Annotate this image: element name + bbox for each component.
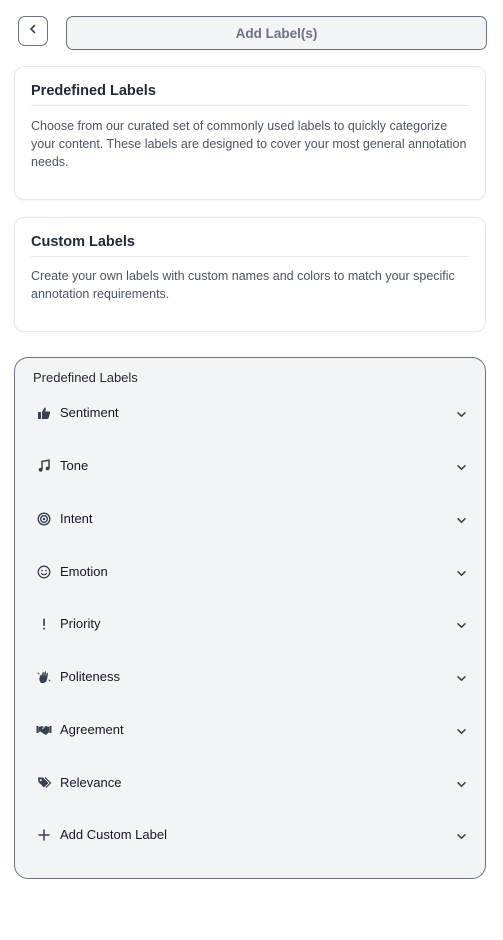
chevron-down-icon[interactable] xyxy=(454,829,468,843)
predefined-labels-card-title: Predefined Labels xyxy=(31,83,469,106)
plus-icon xyxy=(35,826,53,844)
exclamation-icon xyxy=(35,615,53,633)
back-button[interactable] xyxy=(18,16,48,46)
predefined-labels-card-description: Choose from our curated set of commonly … xyxy=(31,119,467,169)
target-icon xyxy=(35,510,53,528)
thumbs-up-icon xyxy=(35,404,53,422)
label-row-text: Tone xyxy=(60,458,89,473)
label-row-text: Politeness xyxy=(60,669,120,684)
chevron-down-icon[interactable] xyxy=(454,407,468,421)
label-row-text: Add Custom Label xyxy=(60,827,167,842)
music-note-icon xyxy=(35,457,53,475)
custom-labels-card-description: Create your own labels with custom names… xyxy=(31,269,455,301)
label-row-text: Intent xyxy=(60,511,93,526)
label-row-text: Emotion xyxy=(60,564,108,579)
label-row-sentiment[interactable]: Sentiment xyxy=(15,394,485,434)
top-bar: Add Label(s) xyxy=(18,16,487,50)
add-labels-button[interactable]: Add Label(s) xyxy=(66,16,487,50)
label-row-text: Sentiment xyxy=(60,405,119,420)
predefined-labels-panel: Predefined Labels Sentiment Tone Intent xyxy=(14,357,486,879)
label-row-relevance[interactable]: Relevance xyxy=(15,764,485,804)
tags-icon xyxy=(35,774,53,792)
label-row-text: Relevance xyxy=(60,775,122,790)
smiley-face-icon xyxy=(35,563,53,581)
chevron-down-icon[interactable] xyxy=(454,618,468,632)
chevron-down-icon[interactable] xyxy=(454,513,468,527)
chevron-left-icon xyxy=(27,22,39,40)
label-row-emotion[interactable]: Emotion xyxy=(15,553,485,593)
handshake-icon xyxy=(35,721,53,739)
label-row-text: Agreement xyxy=(60,722,124,737)
predefined-labels-card: Predefined Labels Choose from our curate… xyxy=(14,66,486,200)
chevron-down-icon[interactable] xyxy=(454,460,468,474)
panel-title: Predefined Labels xyxy=(33,370,138,385)
custom-labels-card-title: Custom Labels xyxy=(31,234,469,257)
hand-wave-icon xyxy=(35,668,53,686)
label-row-text: Priority xyxy=(60,616,101,631)
label-row-agreement[interactable]: Agreement xyxy=(15,711,485,751)
label-row-add-custom[interactable]: Add Custom Label xyxy=(15,816,485,856)
label-row-politeness[interactable]: Politeness xyxy=(15,658,485,698)
label-row-tone[interactable]: Tone xyxy=(15,447,485,487)
label-row-intent[interactable]: Intent xyxy=(15,500,485,540)
chevron-down-icon[interactable] xyxy=(454,566,468,580)
custom-labels-card: Custom Labels Create your own labels wit… xyxy=(14,217,486,332)
chevron-down-icon[interactable] xyxy=(454,671,468,685)
chevron-down-icon[interactable] xyxy=(454,777,468,791)
label-row-priority[interactable]: Priority xyxy=(15,605,485,645)
chevron-down-icon[interactable] xyxy=(454,724,468,738)
